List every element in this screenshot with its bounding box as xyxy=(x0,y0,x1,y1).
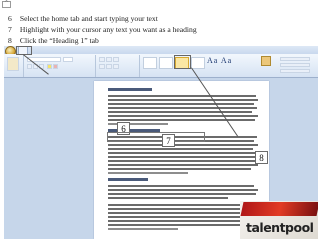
step-number: 7 xyxy=(8,25,12,34)
logo-swoosh xyxy=(240,202,318,216)
text-line xyxy=(108,168,251,170)
align-center-icon[interactable] xyxy=(106,64,112,69)
text-line xyxy=(108,107,257,109)
text-line xyxy=(108,224,253,226)
text-line xyxy=(108,103,254,105)
text-line xyxy=(108,216,248,218)
bullets-icon[interactable] xyxy=(99,57,105,62)
text-line xyxy=(108,197,228,199)
talentpool-logo: talentpool xyxy=(240,201,318,239)
text-line xyxy=(108,185,254,187)
logo-text: talentpool xyxy=(246,220,314,235)
callout-8: 8 xyxy=(255,151,268,164)
font-color-icon[interactable] xyxy=(53,64,58,69)
styles-group xyxy=(140,55,270,77)
text-line xyxy=(108,119,255,121)
step-text: Highlight with your cursor any text you … xyxy=(19,25,197,34)
step-text: Click the “Heading 1” tab xyxy=(19,36,99,45)
text-line xyxy=(108,111,252,113)
step-number: 8 xyxy=(8,36,12,45)
text-line xyxy=(108,99,258,101)
tab-references[interactable] xyxy=(74,47,79,51)
text-line xyxy=(108,152,258,154)
text-line xyxy=(108,156,256,158)
text-line xyxy=(108,164,258,166)
indent-icon[interactable] xyxy=(113,57,119,62)
heading1-highlight xyxy=(174,55,191,69)
find-button[interactable] xyxy=(280,57,310,61)
highlight-color-icon[interactable] xyxy=(47,64,52,69)
align-right-icon[interactable] xyxy=(113,64,119,69)
text-line xyxy=(108,95,256,97)
ribbon-tab-bar xyxy=(4,46,318,54)
tab-page-layout[interactable] xyxy=(52,47,58,51)
numbering-icon[interactable] xyxy=(106,57,112,62)
word-screenshot: Aa Aa 6 7 8 talentpool xyxy=(4,46,318,239)
font-size-select[interactable] xyxy=(63,57,73,62)
tab-view[interactable] xyxy=(130,47,133,51)
step-text: Select the home tab and start typing you… xyxy=(19,14,158,23)
font-group xyxy=(24,55,96,77)
heading-line xyxy=(108,178,148,181)
text-line xyxy=(108,115,258,117)
style-heading-2[interactable] xyxy=(191,57,205,69)
text-line xyxy=(108,148,253,150)
tab-insert[interactable] xyxy=(34,47,38,51)
align-left-icon[interactable] xyxy=(99,64,105,69)
ribbon-home: Aa Aa xyxy=(4,54,318,78)
text-line xyxy=(108,160,257,162)
style-no-spacing[interactable] xyxy=(159,57,173,69)
tab-review[interactable] xyxy=(114,47,118,51)
style-gallery-samples[interactable]: Aa Aa xyxy=(207,56,232,65)
step-7: 7 Highlight with your cursor any text yo… xyxy=(8,24,197,35)
step-number: 6 xyxy=(8,14,12,23)
text-line xyxy=(108,193,256,195)
callout-7: 7 xyxy=(162,134,175,147)
bold-icon[interactable] xyxy=(27,64,32,69)
select-button[interactable] xyxy=(280,69,310,73)
paragraph-group xyxy=(96,55,140,77)
style-normal[interactable] xyxy=(143,57,157,69)
text-line xyxy=(108,189,258,191)
clipboard-group xyxy=(4,55,24,77)
highlighted-text-frame xyxy=(107,132,205,142)
paste-icon[interactable] xyxy=(7,57,19,71)
text-line xyxy=(108,172,188,174)
text-line xyxy=(108,204,257,206)
corner-marker: ^ xyxy=(2,0,11,8)
text-line xyxy=(108,212,258,214)
text-line xyxy=(108,220,256,222)
change-styles-button[interactable] xyxy=(259,56,273,74)
replace-button[interactable] xyxy=(280,63,310,67)
text-line xyxy=(108,208,254,210)
text-line xyxy=(108,144,258,146)
instruction-list: 6 Select the home tab and start typing y… xyxy=(8,13,197,46)
change-styles-icon xyxy=(261,56,271,66)
step-8: 8 Click the “Heading 1” tab xyxy=(8,35,197,46)
step-6: 6 Select the home tab and start typing y… xyxy=(8,13,197,24)
text-line xyxy=(108,228,178,230)
tab-mailings[interactable] xyxy=(96,47,100,51)
heading-line xyxy=(108,88,152,91)
